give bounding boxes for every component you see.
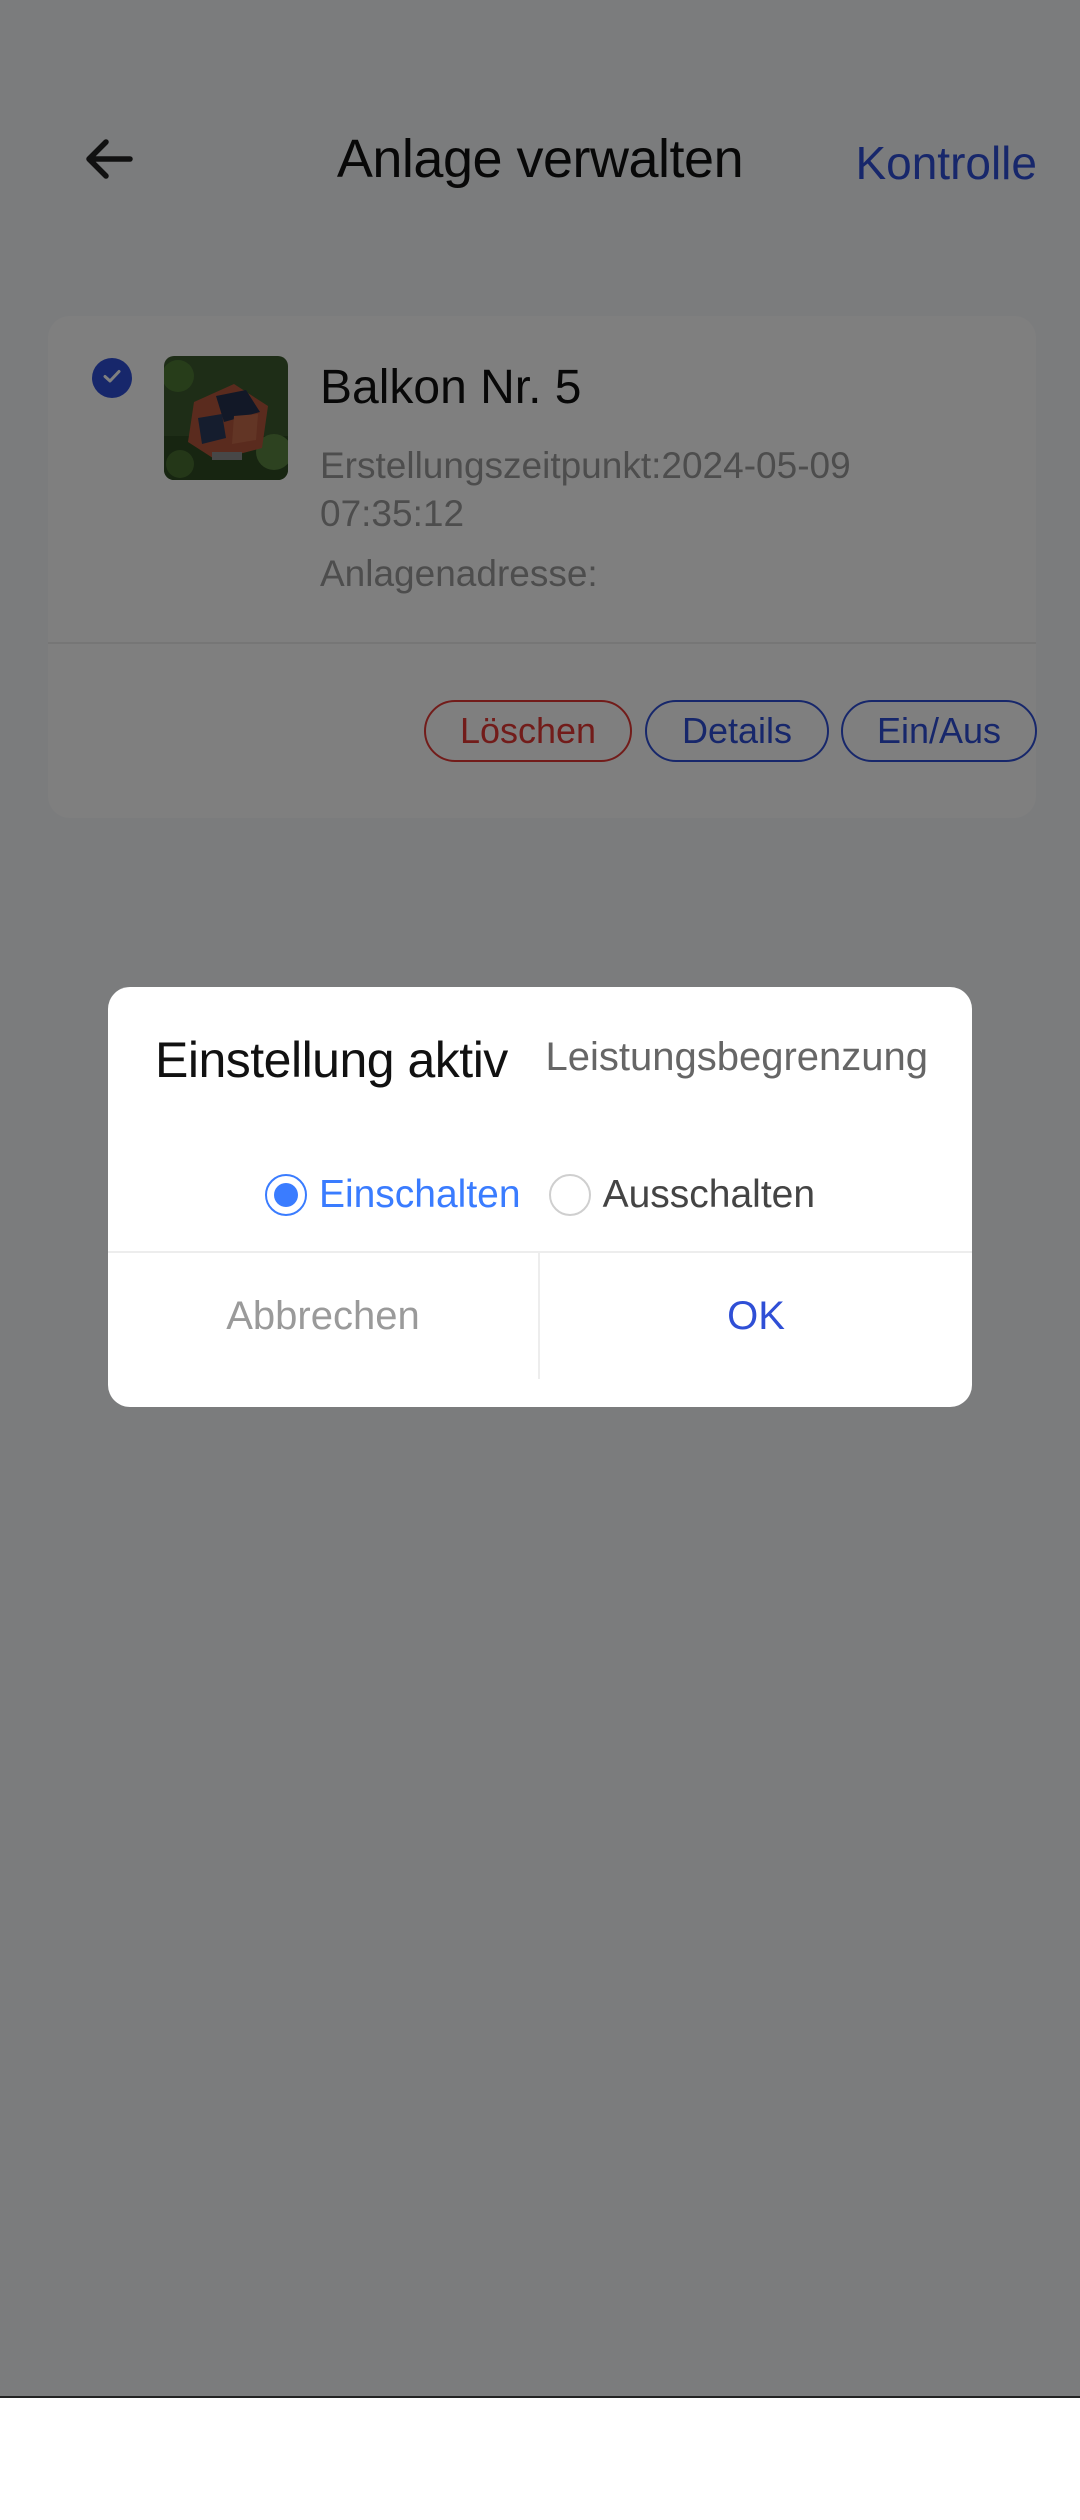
dialog-title: Einstellung aktiv [155,1032,508,1088]
dialog-subtitle: Leistungsbegrenzung [545,1035,928,1079]
ok-button[interactable]: OK [540,1253,972,1379]
power-limit-dialog: Einstellung aktiv Leistungsbegrenzung Ei… [108,987,972,1407]
radio-label: Einschalten [318,1173,521,1216]
bottom-safe-area [0,2396,1080,2520]
cancel-button[interactable]: Abbrechen [108,1253,538,1379]
radio-option-einschalten[interactable]: Einschalten [264,1173,521,1217]
radio-selected-icon[interactable] [264,1174,307,1216]
radio-group: Einschalten Ausschalten [108,1165,972,1225]
radio-option-ausschalten[interactable]: Ausschalten [548,1173,816,1217]
radio-unselected-icon[interactable] [548,1174,591,1216]
radio-label: Ausschalten [602,1173,816,1216]
